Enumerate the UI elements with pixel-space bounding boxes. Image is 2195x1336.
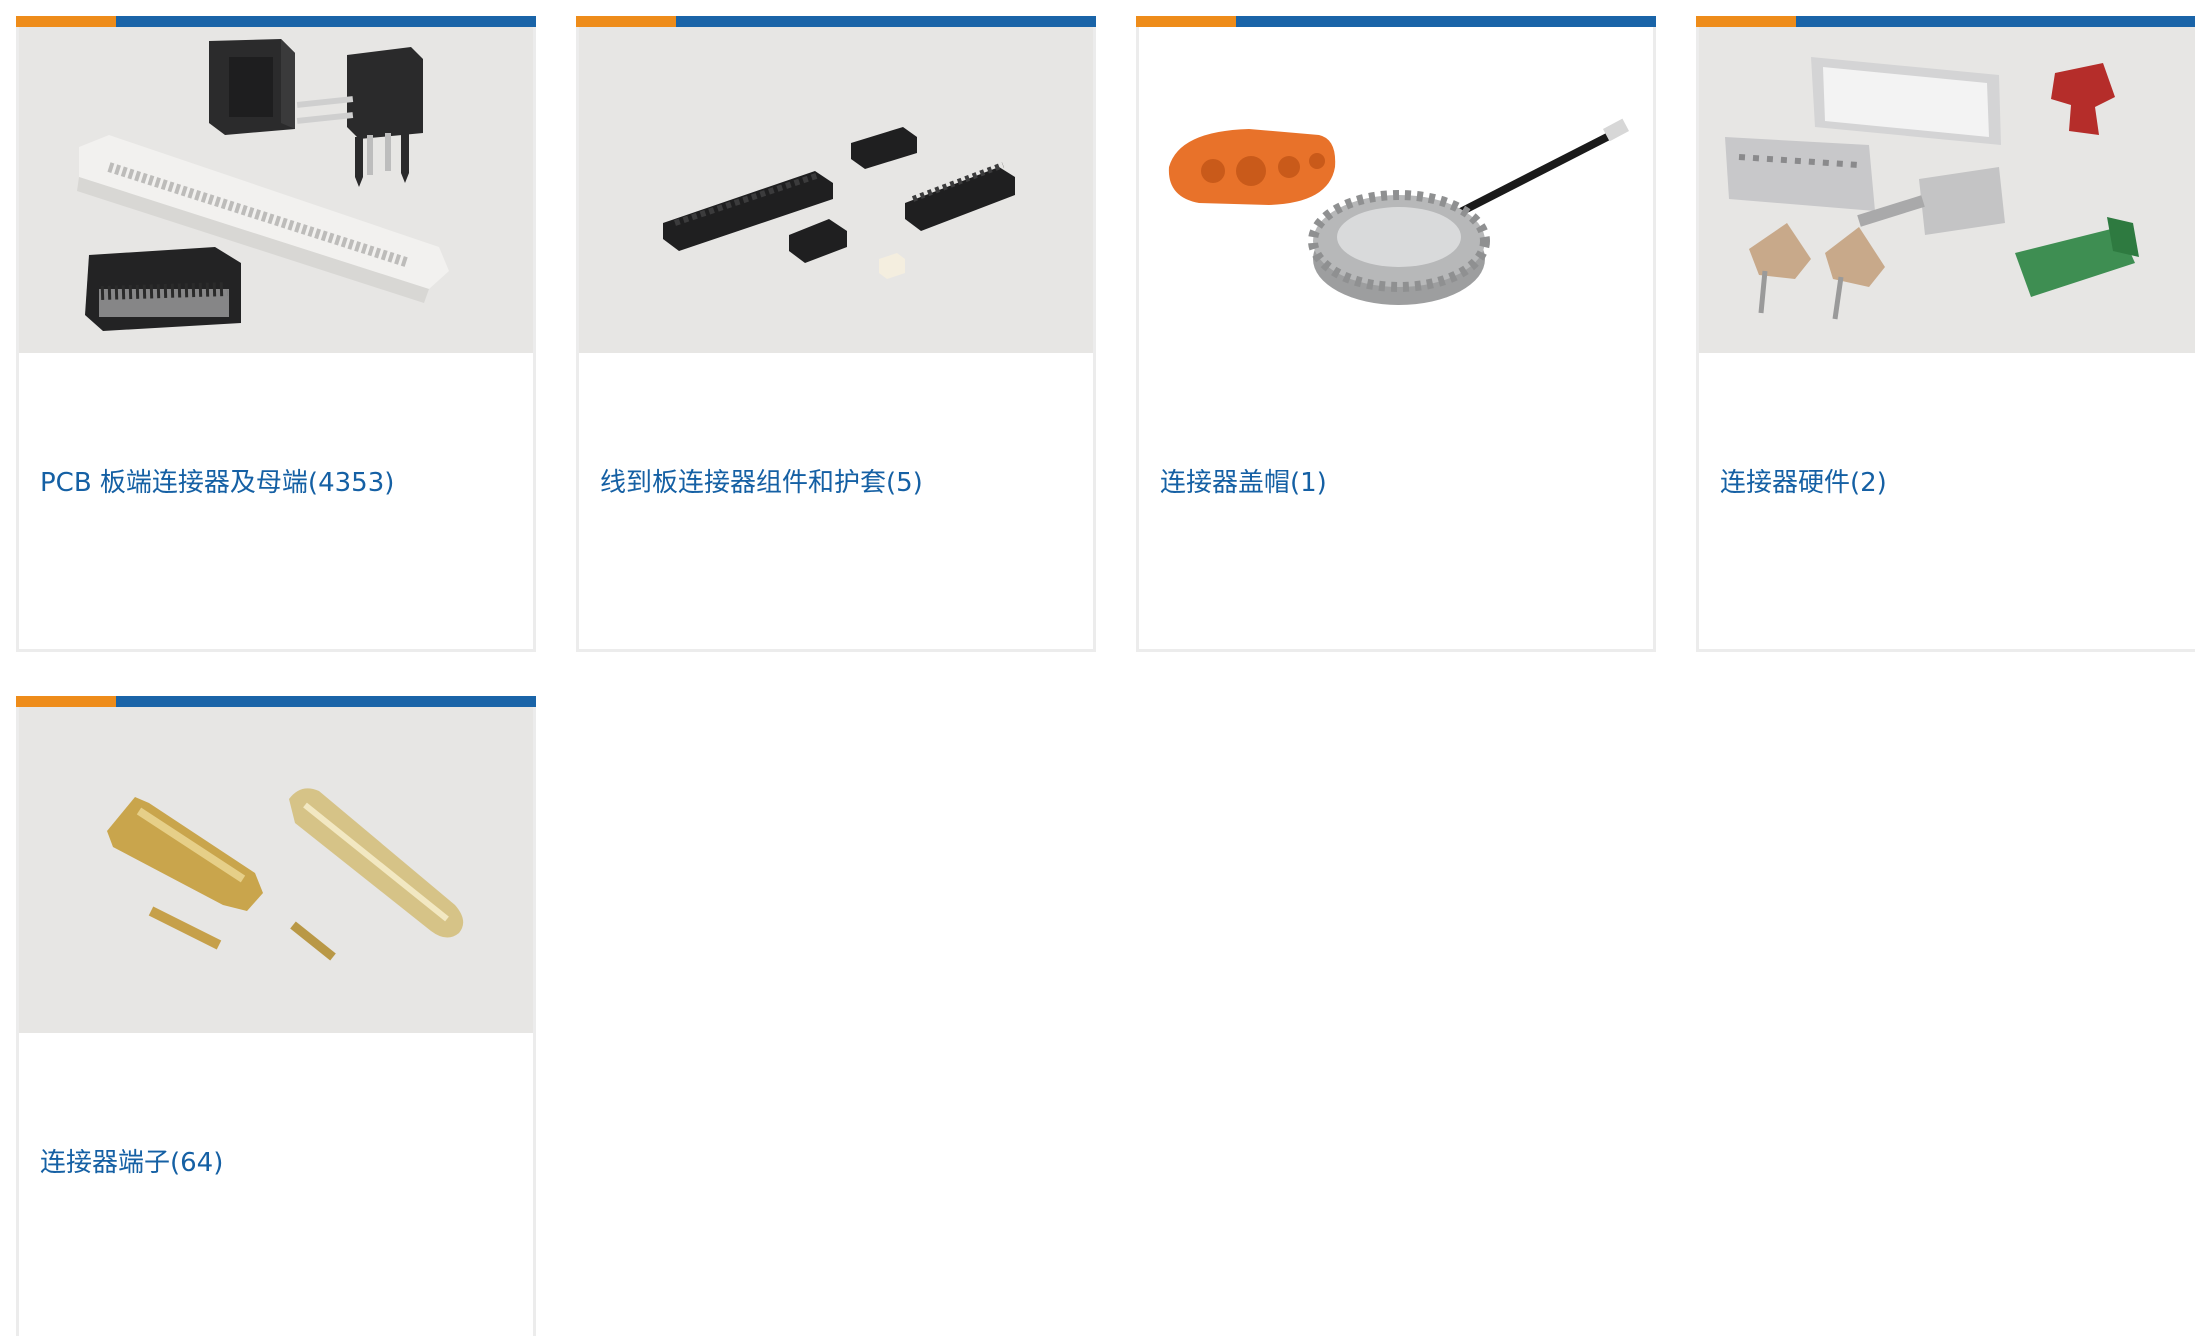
category-card-connector-terminals[interactable]: 连接器端子(64) [16,696,536,1336]
category-card-wire-to-board[interactable]: 线到板连接器组件和护套(5) [576,16,1096,652]
card-accent-bar [576,16,1096,27]
pcb-connectors-image[interactable] [19,27,533,353]
category-label[interactable]: 线到板连接器组件和护套(5) [600,466,923,500]
category-label[interactable]: 连接器盖帽(1) [1160,466,1327,500]
category-card-connector-cap[interactable]: 连接器盖帽(1) [1136,16,1656,652]
card-accent-bar [16,16,536,27]
wire-to-board-image[interactable] [579,27,1093,353]
connector-cap-image[interactable] [1139,27,1653,353]
category-card-connector-hardware[interactable]: 连接器硬件(2) [1696,16,2195,652]
card-accent-bar [1696,16,2195,27]
card-accent-bar [1136,16,1656,27]
category-grid: PCB 板端连接器及母端(4353) 线到板连接器组件和护套(5) 连接器盖帽(… [16,16,2195,1336]
connector-hardware-image[interactable] [1699,27,2195,353]
card-accent-bar [16,696,536,707]
category-label[interactable]: 连接器硬件(2) [1720,466,1887,500]
category-label[interactable]: PCB 板端连接器及母端(4353) [40,466,394,500]
category-card-pcb-connectors[interactable]: PCB 板端连接器及母端(4353) [16,16,536,652]
category-label[interactable]: 连接器端子(64) [40,1146,223,1180]
connector-terminals-image[interactable] [19,707,533,1033]
